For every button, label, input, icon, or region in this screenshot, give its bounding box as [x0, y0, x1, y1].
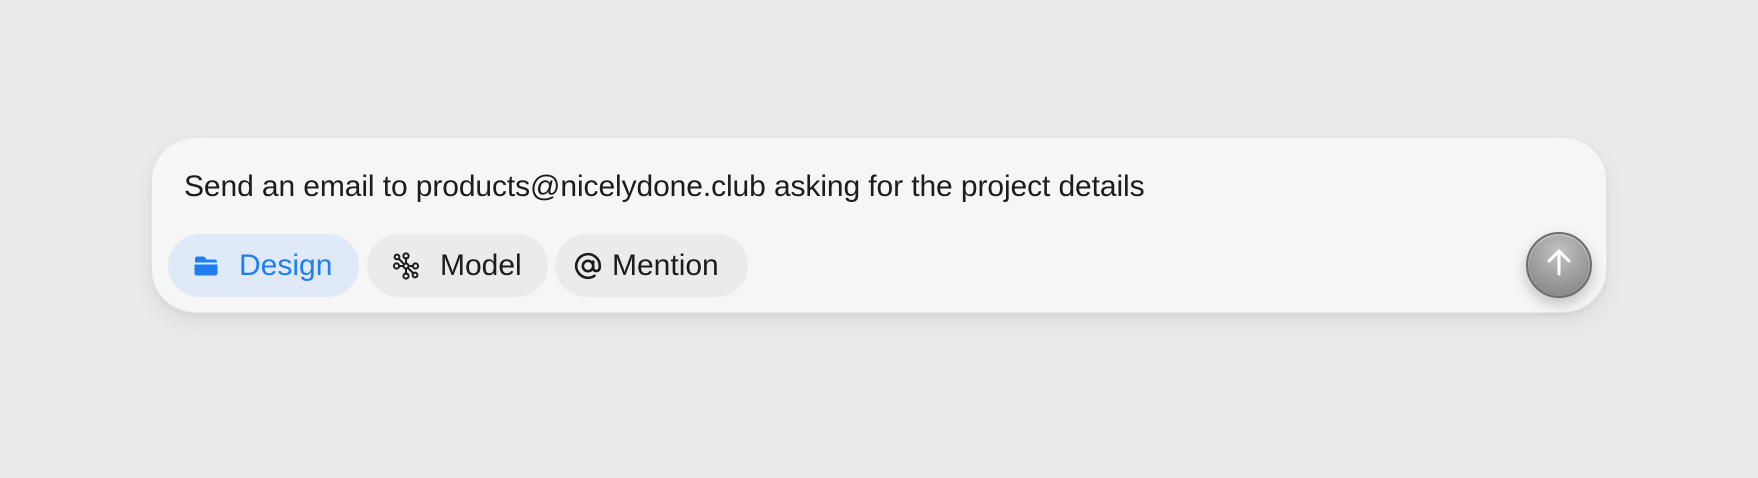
at-sign-icon: [573, 251, 603, 281]
mention-chip-button[interactable]: Mention: [555, 234, 748, 297]
model-chip-label: Model: [440, 248, 522, 282]
design-chip-label: Design: [239, 248, 333, 282]
model-network-icon: [392, 251, 420, 280]
design-chip-button[interactable]: Design: [168, 234, 359, 297]
folder-icon: [193, 255, 219, 277]
send-button[interactable]: [1526, 232, 1592, 298]
prompt-input[interactable]: Send an email to products@nicelydone.clu…: [184, 169, 1145, 205]
mention-chip-label: Mention: [612, 248, 719, 282]
prompt-composer: Send an email to products@nicelydone.clu…: [151, 137, 1607, 313]
model-chip-button[interactable]: Model: [367, 234, 548, 297]
arrow-up-icon: [1542, 246, 1576, 285]
